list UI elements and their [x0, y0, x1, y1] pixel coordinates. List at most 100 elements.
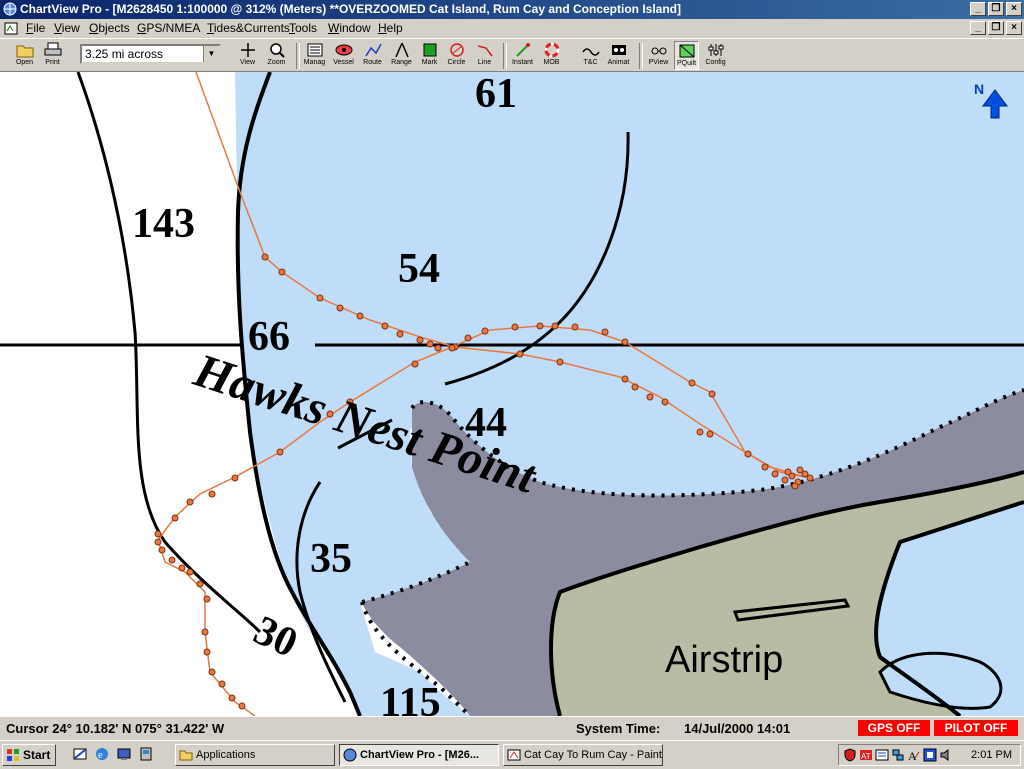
- view-button[interactable]: View: [235, 41, 260, 70]
- document-icon[interactable]: [4, 22, 18, 35]
- windows-logo-icon: [7, 749, 19, 761]
- route-button[interactable]: Route: [360, 41, 385, 70]
- gps-status-badge[interactable]: GPS OFF: [858, 720, 930, 736]
- zoom-button[interactable]: Zoom: [264, 41, 289, 70]
- task-label: ChartView Pro - [M26...: [360, 749, 479, 761]
- paint-icon: [507, 749, 521, 761]
- range-button[interactable]: Range: [389, 41, 414, 70]
- menu-tools[interactable]: Tools: [289, 21, 317, 35]
- system-time-label: System Time:: [576, 721, 661, 736]
- vessel-button[interactable]: Vessel: [331, 41, 356, 70]
- task-label: Cat Cay To Rum Cay - Paint: [524, 749, 662, 761]
- lifebuoy-icon: [544, 42, 559, 58]
- menu-view[interactable]: View: [54, 21, 80, 35]
- task-chartview[interactable]: ChartView Pro - [M26...: [339, 744, 499, 766]
- window-title: ChartView Pro - [M2628450 1:100000 @ 312…: [20, 2, 682, 16]
- font-icon[interactable]: A: [907, 748, 921, 762]
- doc-minimize-button[interactable]: _: [970, 21, 986, 35]
- depth-label: 35: [310, 536, 352, 582]
- svg-text:e: e: [98, 749, 103, 761]
- line-icon: [477, 45, 493, 57]
- mark-button[interactable]: Mark: [417, 41, 442, 70]
- volume-icon[interactable]: [939, 748, 953, 762]
- depth-label: 66: [248, 314, 290, 360]
- menu-window[interactable]: Window: [328, 21, 371, 35]
- task-label: Applications: [196, 749, 256, 761]
- compass-icon: [394, 42, 409, 58]
- circle-icon: [449, 43, 464, 57]
- taskbar: Start e Applications ChartView Pro - [M2…: [0, 740, 1024, 769]
- open-button[interactable]: Open: [12, 41, 37, 70]
- depth-label: 143: [132, 201, 195, 247]
- task-applications[interactable]: Applications: [175, 744, 335, 766]
- pview-button[interactable]: PView: [646, 41, 671, 70]
- printer-icon: [44, 42, 61, 56]
- display-icon[interactable]: [923, 748, 937, 762]
- quilt-icon: [679, 44, 694, 58]
- eye-icon: [335, 44, 352, 56]
- cursor-position: Cursor 24° 10.182' N 075° 31.422' W: [6, 721, 225, 736]
- depth-label: 54: [398, 246, 440, 292]
- menu-bar: File View Objects GPS/NMEA Tides&Current…: [0, 19, 1024, 38]
- instant-icon: [515, 43, 530, 57]
- scale-value: 3.25 mi across: [85, 47, 164, 61]
- animation-icon: [611, 45, 626, 55]
- minimize-button[interactable]: _: [970, 2, 986, 16]
- start-label: Start: [23, 748, 51, 762]
- pilot-status-badge[interactable]: PILOT OFF: [934, 720, 1018, 736]
- circle-button[interactable]: Circle: [444, 41, 469, 70]
- channel-icon[interactable]: [138, 746, 154, 762]
- list-icon: [307, 43, 322, 57]
- system-tray: AT A 2:01 PM: [838, 744, 1021, 766]
- manage-button[interactable]: Manag: [302, 41, 327, 70]
- animate-button[interactable]: Animat: [606, 41, 631, 70]
- start-button[interactable]: Start: [2, 744, 56, 766]
- title-bar: ChartView Pro - [M2628450 1:100000 @ 312…: [0, 0, 1024, 19]
- internet-explorer-icon[interactable]: e: [94, 746, 110, 762]
- magnifier-icon: [269, 43, 285, 58]
- route-icon: [364, 43, 382, 57]
- toolbar: Open Print 3.25 mi across ▼ View Zoom Man…: [0, 38, 1024, 72]
- instant-button[interactable]: Instant: [510, 41, 535, 70]
- pquilt-button[interactable]: PQuilt: [674, 41, 699, 70]
- close-button[interactable]: ×: [1006, 2, 1022, 16]
- menu-objects[interactable]: Objects: [89, 21, 130, 35]
- move-cross-icon: [240, 43, 255, 57]
- outlook-icon[interactable]: [72, 746, 88, 762]
- print-button[interactable]: Print: [40, 41, 65, 70]
- shield-icon[interactable]: [843, 748, 857, 762]
- network-icon[interactable]: [891, 748, 905, 762]
- chevron-down-icon[interactable]: ▼: [203, 46, 219, 62]
- mark-icon: [423, 43, 436, 57]
- menu-tides-currents[interactable]: Tides&Currents: [207, 21, 290, 35]
- app-icon: [3, 2, 17, 16]
- config-button[interactable]: Config: [703, 41, 728, 70]
- glasses-icon: [651, 47, 666, 55]
- mob-button[interactable]: MOB: [539, 41, 564, 70]
- doc-restore-button[interactable]: ❐: [988, 21, 1004, 35]
- menu-help[interactable]: Help: [378, 21, 403, 35]
- menu-gps-nmea[interactable]: GPS/NMEA: [137, 21, 200, 35]
- svg-text:AT: AT: [861, 752, 871, 761]
- restore-button[interactable]: ❐: [988, 2, 1004, 16]
- menu-file[interactable]: File: [26, 21, 45, 35]
- chart-canvas[interactable]: 61 143 54 66 44 35 30 115 Hawks Nest Poi…: [0, 72, 1024, 716]
- nautical-chart[interactable]: 61 143 54 66 44 35 30 115 Hawks Nest Poi…: [0, 72, 1024, 716]
- folder-icon: [16, 45, 33, 58]
- depth-label: 115: [380, 680, 441, 716]
- svg-text:A: A: [908, 749, 917, 762]
- scale-select[interactable]: 3.25 mi across ▼: [80, 44, 221, 64]
- tide-icon: [581, 48, 600, 56]
- tides-currents-button[interactable]: T&C: [578, 41, 603, 70]
- task-paint[interactable]: Cat Cay To Rum Cay - Paint: [503, 744, 663, 766]
- status-bar: Cursor 24° 10.182' N 075° 31.422' W Syst…: [0, 716, 1024, 739]
- doc-close-button[interactable]: ×: [1006, 21, 1022, 35]
- line-button[interactable]: Line: [472, 41, 497, 70]
- system-time-value: 14/Jul/2000 14:01: [684, 721, 791, 736]
- folder-icon: [179, 750, 193, 761]
- scheduler-icon[interactable]: [875, 748, 889, 762]
- north-label: N: [974, 81, 984, 97]
- antivirus-icon[interactable]: AT: [859, 748, 873, 762]
- depth-label: 61: [475, 72, 517, 117]
- desktop-icon[interactable]: [116, 746, 132, 762]
